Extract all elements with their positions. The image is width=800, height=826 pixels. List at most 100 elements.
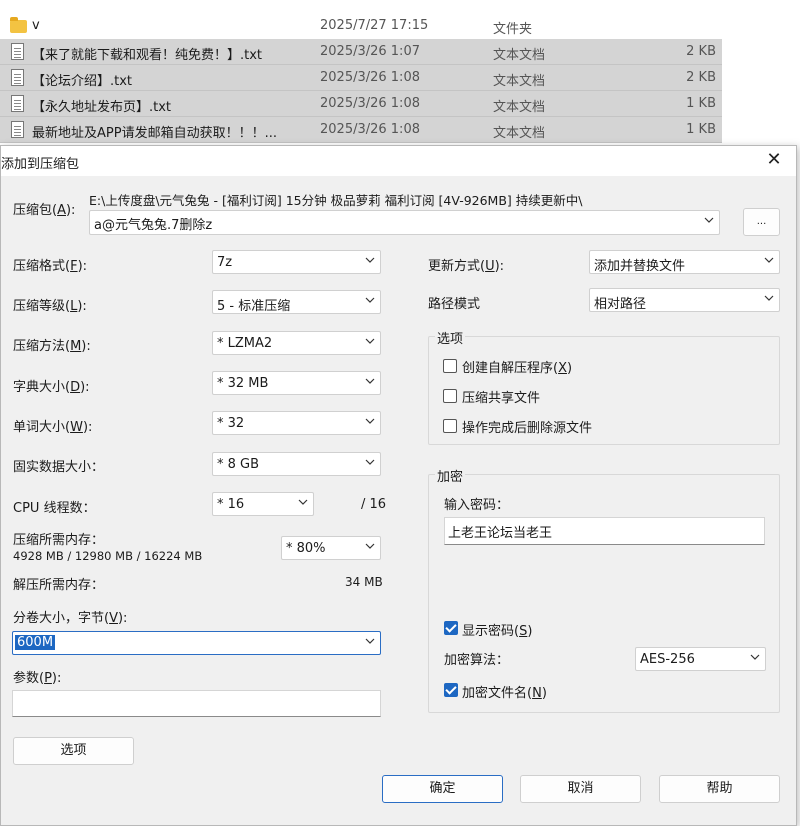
file-size: 1 KB — [686, 96, 716, 111]
volume-label: 分卷大小，字节(V): — [13, 611, 128, 626]
file-size: 1 KB — [686, 122, 716, 137]
browse-button[interactable]: ... — [743, 208, 780, 236]
title-bar: 添加到压缩包 ✕ — [1, 146, 796, 176]
file-name: v — [32, 18, 40, 33]
file-name: 【论坛介绍】.txt — [32, 74, 133, 89]
file-date: 2025/3/26 1:07 — [320, 44, 420, 59]
mem-decomp-label: 解压所需内存： — [13, 578, 105, 593]
text-file-icon — [11, 43, 24, 60]
file-size: 2 KB — [686, 70, 716, 85]
file-date: 2025/3/26 1:08 — [320, 122, 420, 137]
format-label: 压缩格式(F): — [13, 259, 88, 274]
shared-files-checkbox[interactable] — [443, 389, 457, 403]
mem-usage-value: * 80% — [286, 541, 326, 556]
close-icon[interactable]: ✕ — [764, 150, 784, 170]
word-label: 单词大小(W): — [13, 420, 93, 435]
show-password-checkbox[interactable] — [444, 621, 458, 635]
path-mode-select[interactable]: 相对路径 — [589, 288, 780, 312]
file-type: 文本文档 — [493, 100, 546, 115]
chevron-down-icon — [704, 215, 714, 225]
file-size: 2 KB — [686, 44, 716, 59]
sfx-checkbox[interactable] — [443, 359, 457, 373]
options-button[interactable]: 选项 — [13, 737, 134, 765]
chevron-down-icon — [764, 255, 774, 265]
ok-button[interactable]: 确定 — [382, 775, 503, 803]
dict-select[interactable]: * 32 MB — [212, 371, 381, 395]
path-mode-label: 路径模式 — [428, 297, 481, 312]
file-row[interactable]: 【论坛介绍】.txt 2025/3/26 1:08 文本文档 2 KB — [0, 65, 722, 91]
chevron-down-icon — [365, 336, 375, 346]
file-name: 【永久地址发布页】.txt — [32, 100, 172, 115]
delete-after-checkbox[interactable] — [443, 419, 457, 433]
threads-value: * 16 — [217, 497, 245, 512]
dict-label: 字典大小(D): — [13, 380, 90, 395]
method-value: * LZMA2 — [217, 336, 273, 351]
update-mode-label: 更新方式(U): — [428, 259, 505, 274]
encrypt-names-label: 加密文件名(N) — [462, 686, 547, 701]
encrypt-names-checkbox[interactable] — [444, 683, 458, 697]
mem-comp-detail: 4928 MB / 12980 MB / 16224 MB — [13, 549, 203, 563]
threads-max: / 16 — [361, 497, 387, 512]
archive-path: E:\上传度盘\元气兔兔 - [福利订阅] 15分钟 极品萝莉 福利订阅 [4V… — [89, 193, 583, 208]
solid-label: 固实数据大小： — [13, 460, 105, 475]
path-mode-value: 相对路径 — [594, 297, 647, 312]
file-type: 文件夹 — [493, 22, 533, 37]
text-file-icon — [11, 69, 24, 86]
text-file-icon — [11, 95, 24, 112]
dict-value: * 32 MB — [217, 376, 269, 391]
file-type: 文本文档 — [493, 126, 546, 141]
encryption-group-title: 加密 — [435, 466, 466, 485]
level-value: 5 - 标准压缩 — [217, 299, 291, 314]
file-row[interactable]: 【来了就能下载和观看！纯免费！】.txt 2025/3/26 1:07 文本文档… — [0, 39, 722, 65]
chevron-down-icon — [365, 541, 375, 551]
format-select[interactable]: 7z — [212, 250, 381, 274]
dialog-title: 添加到压缩包 — [1, 157, 80, 172]
file-row[interactable]: 最新地址及APP请发邮箱自动获取！！！... 2025/3/26 1:08 文本… — [0, 117, 722, 143]
encryption-method-value: AES-256 — [640, 652, 695, 667]
params-input[interactable] — [12, 690, 381, 717]
encryption-group: 加密 输入密码： 上老王论坛当老王 显示密码(S) 加密算法： AES-256 … — [428, 466, 780, 713]
options-group: 选项 创建自解压程序(X) 压缩共享文件 操作完成后删除源文件 — [428, 328, 780, 445]
text-file-icon — [11, 121, 24, 138]
format-value: 7z — [217, 255, 233, 270]
file-row[interactable]: 【永久地址发布页】.txt 2025/3/26 1:08 文本文档 1 KB — [0, 91, 722, 117]
update-mode-value: 添加并替换文件 — [594, 259, 686, 274]
threads-select[interactable]: * 16 — [212, 492, 314, 516]
file-date: 2025/3/26 1:08 — [320, 70, 420, 85]
password-label: 输入密码： — [444, 498, 510, 513]
help-button[interactable]: 帮助 — [659, 775, 780, 803]
archive-filename-value: a@元气兔兔.7删除z — [94, 218, 213, 233]
cancel-button[interactable]: 取消 — [520, 775, 641, 803]
encryption-method-select[interactable]: AES-256 — [635, 647, 766, 671]
update-mode-select[interactable]: 添加并替换文件 — [589, 250, 780, 274]
file-name: 最新地址及APP请发邮箱自动获取！！！... — [32, 126, 277, 141]
volume-size-combobox[interactable]: 600M — [12, 631, 381, 655]
archive-label: 压缩包(A): — [13, 203, 76, 218]
word-select[interactable]: * 32 — [212, 411, 381, 435]
password-input[interactable]: 上老王论坛当老王 — [444, 517, 765, 545]
file-date: 2025/3/26 1:08 — [320, 96, 420, 111]
params-label: 参数(P): — [13, 671, 62, 686]
show-password-label: 显示密码(S) — [462, 624, 533, 639]
chevron-down-icon — [764, 293, 774, 303]
file-date: 2025/7/27 17:15 — [320, 18, 429, 33]
encryption-method-label: 加密算法： — [444, 653, 510, 668]
solid-select[interactable]: * 8 GB — [212, 452, 381, 476]
file-name: 【来了就能下载和观看！纯免费！】.txt — [32, 48, 263, 63]
add-to-archive-dialog: 添加到压缩包 ✕ 压缩包(A): E:\上传度盘\元气兔兔 - [福利订阅] 1… — [0, 145, 797, 826]
method-select[interactable]: * LZMA2 — [212, 331, 381, 355]
password-value: 上老王论坛当老王 — [448, 526, 553, 541]
solid-value: * 8 GB — [217, 457, 260, 472]
delete-after-label: 操作完成后删除源文件 — [462, 421, 593, 436]
level-select[interactable]: 5 - 标准压缩 — [212, 290, 381, 314]
shared-files-label: 压缩共享文件 — [462, 391, 541, 406]
mem-usage-select[interactable]: * 80% — [281, 536, 381, 560]
chevron-down-icon — [365, 457, 375, 467]
file-type: 文本文档 — [493, 48, 546, 63]
chevron-down-icon — [365, 255, 375, 265]
file-row-folder[interactable]: v 2025/7/27 17:15 文件夹 — [0, 13, 722, 39]
chevron-down-icon — [365, 416, 375, 426]
archive-filename-combobox[interactable]: a@元气兔兔.7删除z — [89, 210, 720, 235]
options-group-title: 选项 — [435, 328, 466, 347]
volume-size-value: 600M — [15, 635, 56, 650]
